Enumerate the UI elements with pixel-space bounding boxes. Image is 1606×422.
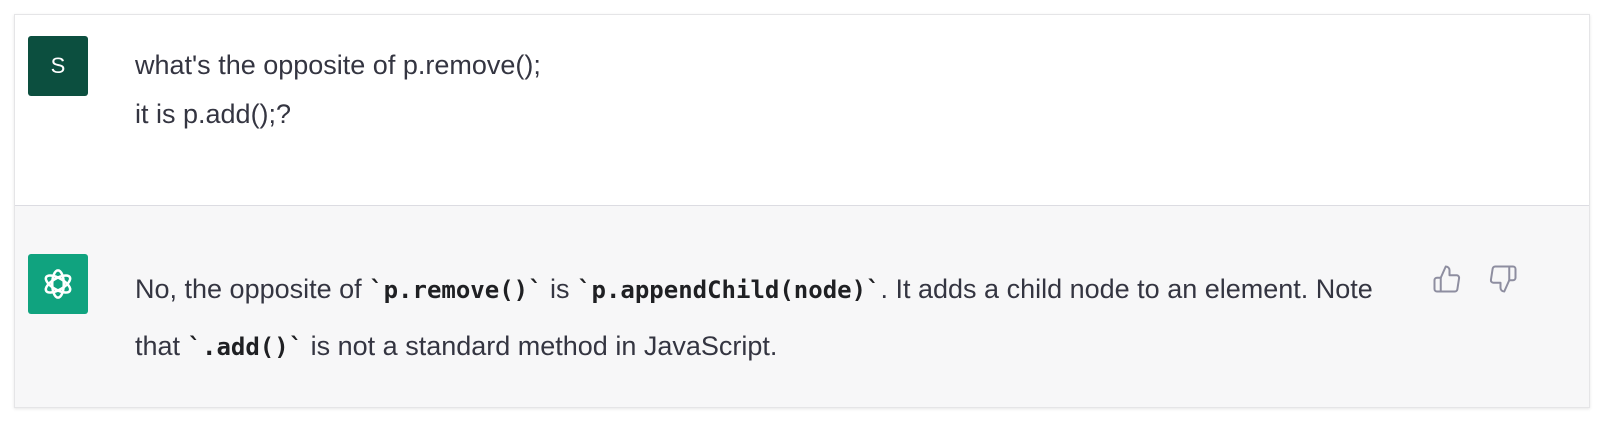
user-message-text: what's the opposite of p.remove(); it is… xyxy=(135,41,541,139)
conversation-panel: S what's the opposite of p.remove(); it … xyxy=(14,14,1590,408)
openai-logo-icon xyxy=(44,269,72,299)
thumbs-up-icon xyxy=(1433,265,1461,293)
user-avatar-letter: S xyxy=(50,53,66,78)
thumbs-up-button[interactable] xyxy=(1430,262,1464,296)
user-message-line: what's the opposite of p.remove(); xyxy=(135,50,541,80)
user-message-line: it is p.add();? xyxy=(135,99,292,129)
thumbs-down-icon xyxy=(1489,265,1517,293)
user-message: S what's the opposite of p.remove(); it … xyxy=(15,15,1589,206)
user-avatar: S xyxy=(28,36,88,96)
assistant-text-segment: No, the opposite of xyxy=(135,274,370,304)
assistant-text-segment: is not a standard method in JavaScript. xyxy=(303,331,778,361)
assistant-avatar xyxy=(28,254,88,314)
assistant-message: No, the opposite of `p.remove()` is `p.a… xyxy=(15,206,1589,407)
assistant-message-text: No, the opposite of `p.remove()` is `p.a… xyxy=(135,261,1425,375)
inline-code: `p.appendChild(node)` xyxy=(577,276,881,304)
thumbs-down-button[interactable] xyxy=(1486,262,1520,296)
inline-code: `p.remove()` xyxy=(369,276,543,304)
inline-code: `.add()` xyxy=(187,333,304,361)
assistant-text-segment: is xyxy=(542,274,578,304)
